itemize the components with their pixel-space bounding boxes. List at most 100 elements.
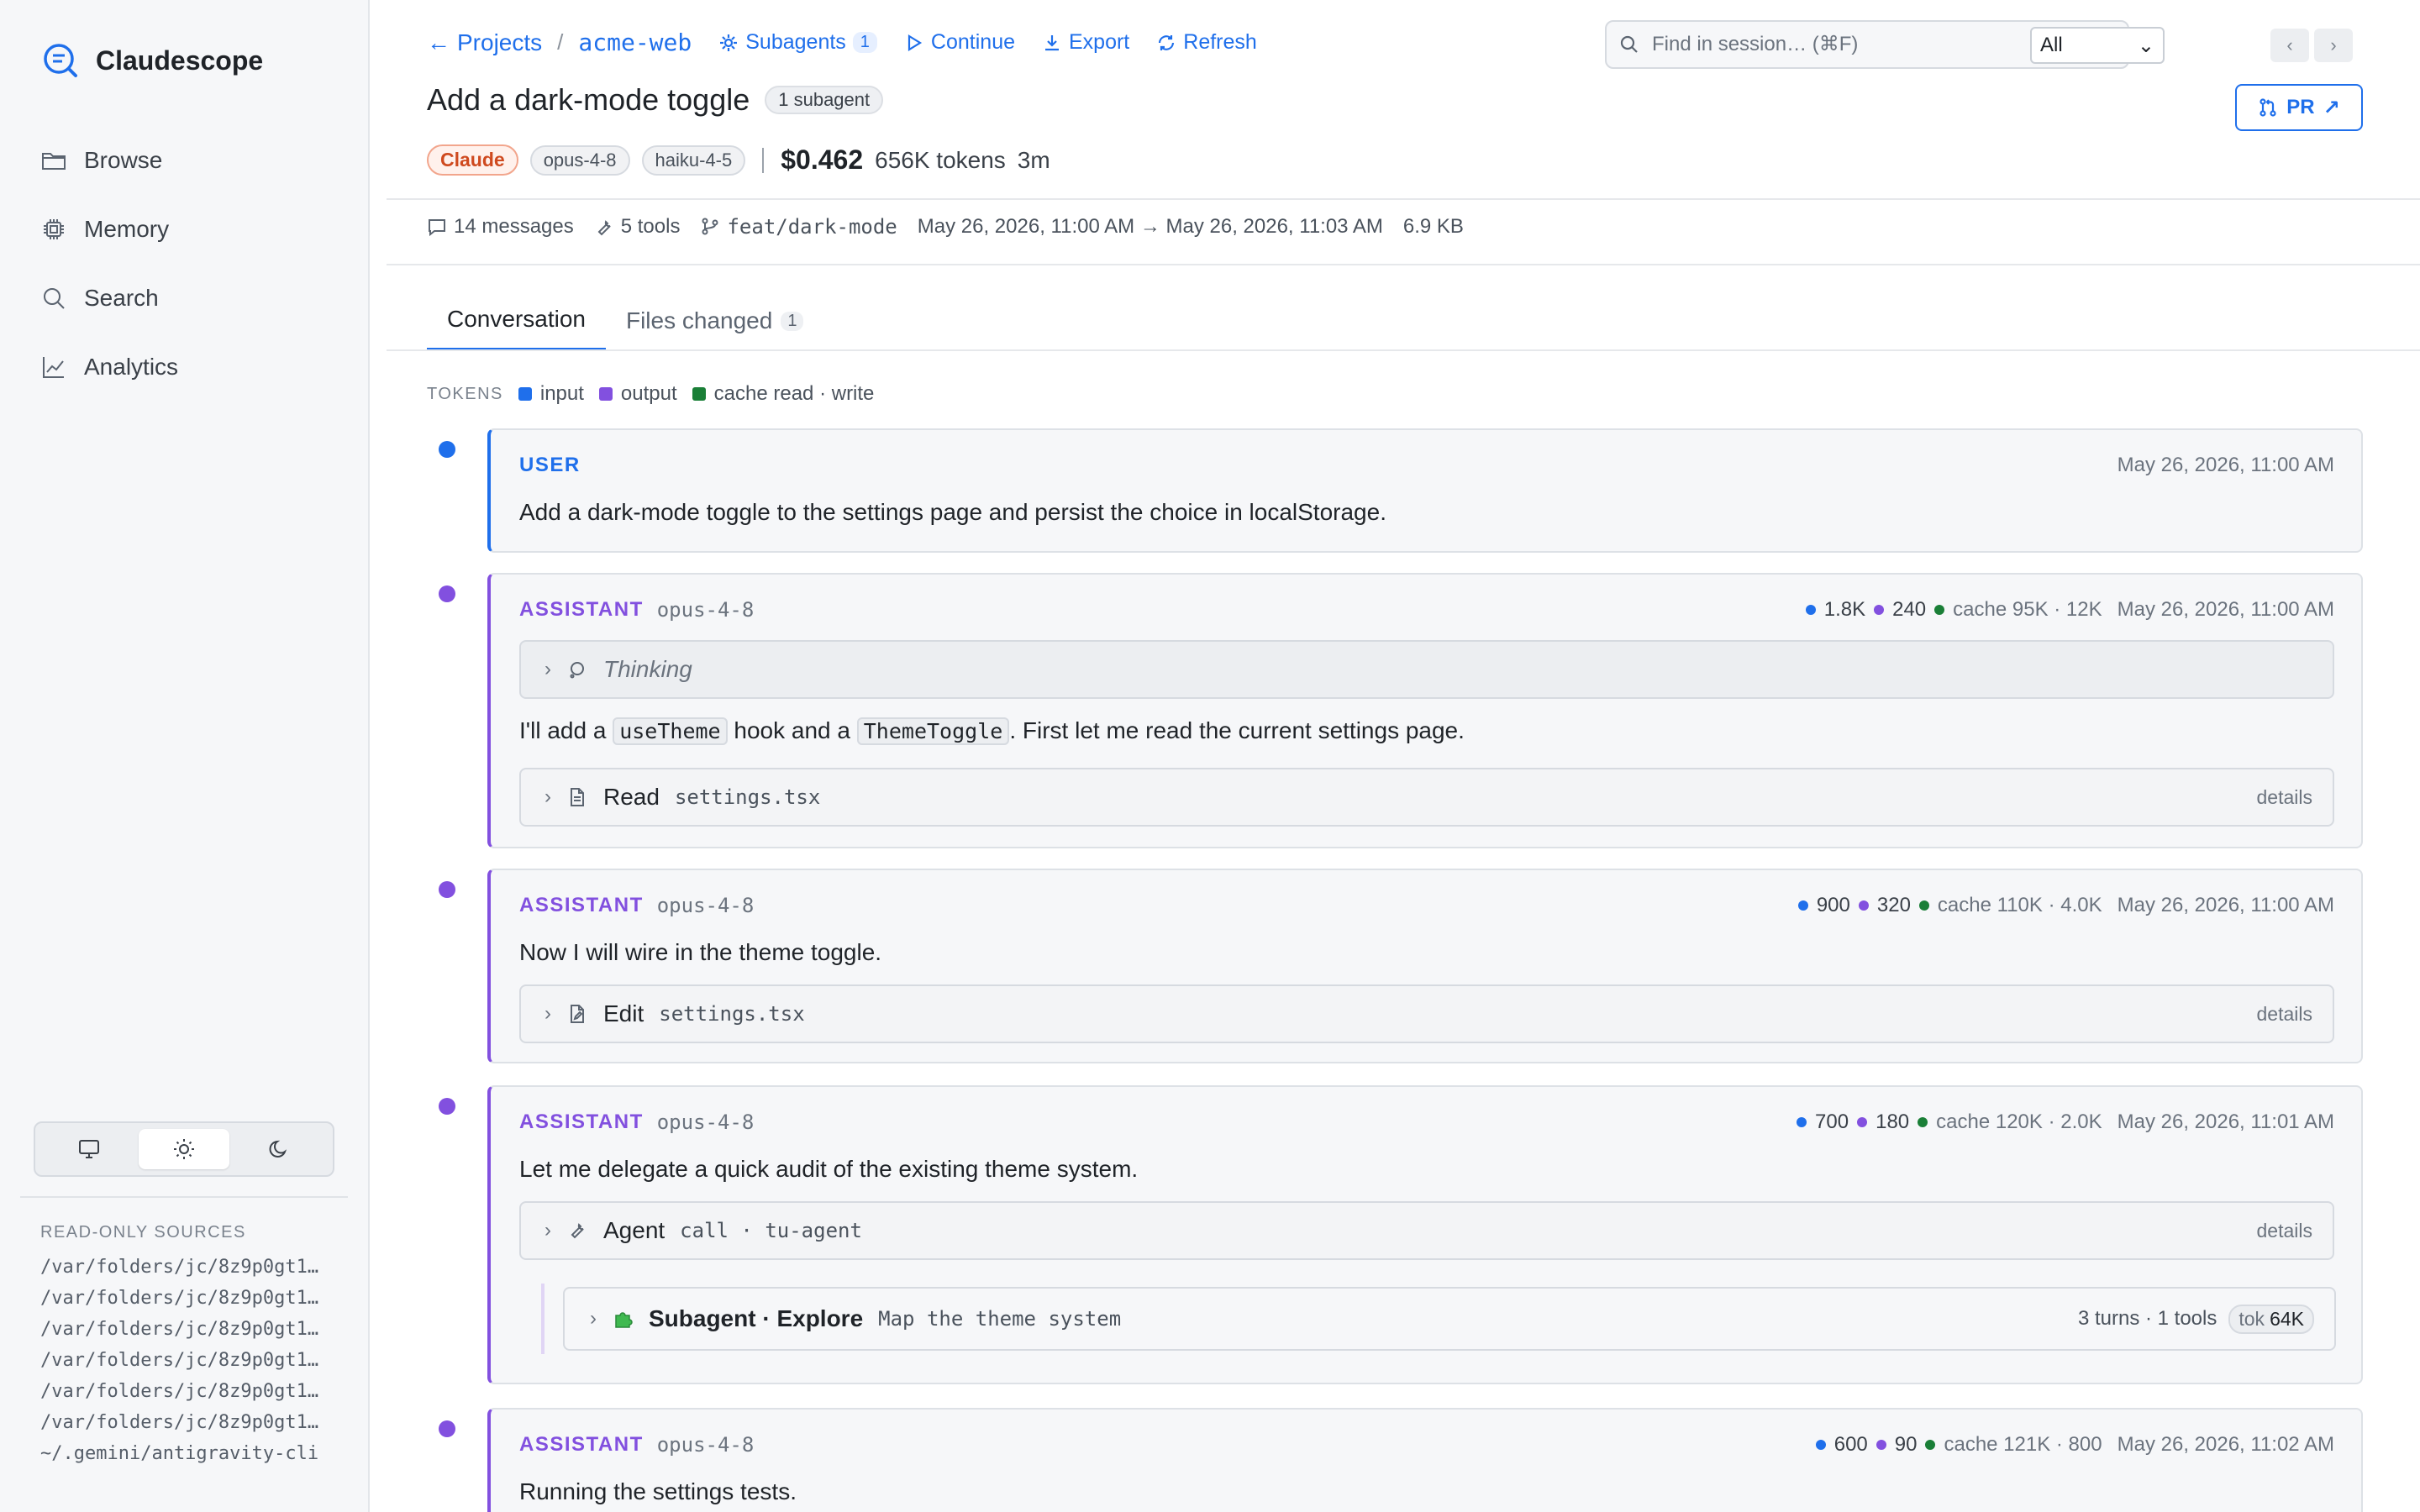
session-cost: $0.462 (781, 144, 864, 175)
git-branch-icon (702, 218, 718, 235)
output-tokens: 320 (1876, 894, 1911, 916)
cache-dot (1918, 900, 1929, 911)
sidebar-item-label: Memory (84, 216, 170, 242)
next-match-button[interactable]: › (2314, 29, 2353, 62)
chevron-right-icon: › (544, 785, 551, 808)
tab-files-changed[interactable]: Files changed 1 (606, 292, 823, 351)
timeline-dot-assistant (439, 585, 455, 602)
meta-divider (762, 147, 765, 173)
sidebar-item-browse[interactable]: Browse (40, 126, 343, 195)
details-link[interactable]: details (2257, 1003, 2312, 1026)
refresh-icon (1159, 34, 1175, 50)
tab-count-badge: 1 (781, 311, 804, 331)
details-link[interactable]: details (2257, 1220, 2312, 1242)
continue-button[interactable]: Continue (904, 30, 1015, 55)
tool-argument: call · tu-agent (680, 1219, 862, 1242)
source-path[interactable]: /var/folders/jc/8z9p0gt1… (40, 1252, 330, 1283)
export-button[interactable]: Export (1042, 30, 1129, 55)
cache-dot (1918, 1117, 1928, 1127)
source-path[interactable]: /var/folders/jc/8z9p0gt1… (40, 1283, 330, 1314)
text-fragment: hook and a (727, 717, 857, 743)
text-fragment: . First let me read the current settings… (1009, 717, 1465, 743)
details-link[interactable]: details (2257, 786, 2312, 809)
subagent-token-badge: tok 64K (2228, 1304, 2314, 1334)
thinking-label: Thinking (603, 656, 692, 682)
output-dot (1857, 1117, 1868, 1127)
message-timestamp: May 26, 2026, 11:01 AM (2117, 1110, 2334, 1133)
message-timestamp: May 26, 2026, 11:00 AM (2117, 894, 2334, 916)
cache-dot (1934, 605, 1945, 615)
subagents-button[interactable]: Subagents 1 (718, 30, 877, 55)
project-link[interactable]: acme-web (578, 29, 692, 56)
theme-system-button[interactable] (44, 1129, 134, 1169)
play-icon (908, 34, 923, 51)
projects-label: Projects (457, 29, 543, 55)
subagents-count-badge: 1 (852, 32, 877, 53)
theme-light-button[interactable] (138, 1129, 229, 1169)
time-range: May 26, 2026, 11:00 AM → May 26, 2026, 1… (917, 215, 1383, 238)
sidebar-item-memory[interactable]: Memory (40, 195, 343, 264)
tool-call-read[interactable]: › Read settings.tsx details (519, 768, 2334, 827)
chip-icon (44, 219, 64, 239)
sun-icon (173, 1139, 194, 1159)
assistant-message: ASSISTANT opus-4-8 700 180 cache 120K · … (487, 1085, 2363, 1384)
source-path[interactable]: /var/folders/jc/8z9p0gt1… (40, 1407, 330, 1438)
arrow-left-icon: ← (427, 29, 450, 55)
input-dot (1805, 605, 1816, 615)
source-path[interactable]: /var/folders/jc/8z9p0gt1… (40, 1345, 330, 1376)
pull-request-button[interactable]: PR ↗ (2235, 84, 2363, 131)
user-message: USER May 26, 2026, 11:00 AM Add a dark-m… (487, 428, 2363, 553)
divider (387, 264, 2420, 265)
scope-selected-value: All (2040, 34, 2063, 56)
input-tokens: 900 (1816, 894, 1850, 916)
chevron-right-icon: › (544, 658, 551, 680)
sidebar-item-analytics[interactable]: Analytics (40, 333, 343, 402)
monitor-icon (79, 1140, 100, 1158)
tool-call-edit[interactable]: › Edit settings.tsx details (519, 984, 2334, 1043)
text-fragment: I'll add a (519, 717, 613, 743)
file-edit-icon (571, 1005, 584, 1023)
thinking-block[interactable]: › Thinking (519, 640, 2334, 699)
export-label: Export (1069, 30, 1130, 54)
search-icon (1620, 35, 1638, 53)
tab-conversation[interactable]: Conversation (427, 292, 606, 351)
message-count-label: 14 messages (454, 215, 574, 238)
output-tokens: 90 (1894, 1433, 1918, 1456)
assistant-message: ASSISTANT opus-4-8 600 90 cache 121K · 8… (487, 1408, 2363, 1512)
message-icon (429, 219, 445, 237)
message-meta: 900 320 cache 110K · 4.0K May 26, 2026, … (1797, 894, 2334, 917)
previous-match-button[interactable]: ‹ (2270, 29, 2309, 62)
brand[interactable]: Claudescope (42, 42, 263, 79)
search-scope-select[interactable]: All ⌄ (2030, 27, 2165, 64)
role-label: ASSISTANT (519, 1110, 644, 1133)
theme-dark-button[interactable] (234, 1129, 324, 1169)
source-path[interactable]: /var/folders/jc/8z9p0gt1… (40, 1376, 330, 1407)
session-size: 6.9 KB (1402, 215, 1464, 238)
source-path[interactable]: /var/folders/jc/8z9p0gt1… (40, 1314, 330, 1345)
source-path[interactable]: ~/.gemini/antigravity-cli (40, 1438, 330, 1469)
session-search-input[interactable] (1652, 33, 2022, 56)
tok-label: tok (2238, 1307, 2265, 1330)
sidebar-item-label: Search (84, 285, 159, 311)
subagent-card[interactable]: › Subagent · Explore Map the theme syste… (563, 1287, 2336, 1351)
chart-icon (43, 357, 64, 378)
output-dot (1876, 1440, 1886, 1450)
chat-search-logo-icon (44, 44, 77, 77)
tool-name: Agent (603, 1217, 666, 1243)
chevron-right-icon: › (590, 1307, 597, 1330)
timeline-dot-user (439, 441, 455, 458)
breadcrumb: ← Projects / acme-web Subagents 1 Contin… (427, 29, 1257, 56)
input-dot (1797, 1117, 1807, 1127)
tool-call-agent[interactable]: › Agent call · tu-agent details (519, 1201, 2334, 1260)
subagent-count-badge[interactable]: 1 subagent (765, 86, 884, 114)
app-name: Claudescope (96, 45, 264, 76)
sidebar-item-search[interactable]: Search (40, 264, 343, 333)
cache-dot (1925, 1440, 1936, 1450)
refresh-button[interactable]: Refresh (1156, 30, 1257, 55)
input-dot (1797, 900, 1808, 911)
back-to-projects-link[interactable]: ← Projects (427, 29, 542, 56)
message-meta: May 26, 2026, 11:00 AM (2111, 454, 2334, 477)
tool-argument: settings.tsx (659, 1002, 805, 1026)
role-label: USER (519, 454, 581, 476)
main-panel: ← Projects / acme-web Subagents 1 Contin… (371, 0, 2420, 1512)
